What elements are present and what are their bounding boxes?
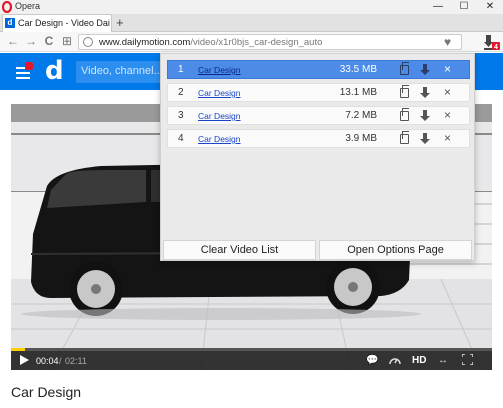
dailymotion-logo[interactable]: d <box>45 58 64 84</box>
copy-icon[interactable] <box>400 85 409 98</box>
reload-button[interactable]: C <box>42 34 56 48</box>
item-number: 3 <box>178 110 184 121</box>
remove-icon[interactable]: × <box>444 85 451 99</box>
comment-icon[interactable]: 💬 <box>366 355 378 366</box>
progress-fill <box>11 348 26 351</box>
remove-icon[interactable]: × <box>444 62 451 76</box>
video-list-item[interactable]: 2 Car Design 13.1 MB × <box>167 83 470 102</box>
remove-icon[interactable]: × <box>444 108 451 122</box>
progress-track[interactable] <box>11 348 492 351</box>
tab-car-design[interactable]: d Car Design - Video Dailymotion <box>2 14 112 32</box>
globe-icon <box>83 37 93 47</box>
item-title-link[interactable]: Car Design <box>198 88 241 98</box>
notification-badge <box>25 62 33 70</box>
video-downloader-popup: 1 Car Design 33.5 MB × 2 Car Design 13.1… <box>160 53 475 261</box>
item-number: 1 <box>178 64 184 75</box>
play-icon[interactable] <box>20 355 29 365</box>
item-size: 13.1 MB <box>339 87 377 98</box>
download-icon[interactable] <box>420 133 430 145</box>
time-current: 00:04 <box>36 356 59 366</box>
forward-button[interactable]: → <box>24 34 38 48</box>
close-window-button[interactable]: ✕ <box>477 0 503 14</box>
url-path: /video/x1r0bjs_car-design_auto <box>190 37 323 48</box>
time-total: 02:11 <box>65 356 87 366</box>
item-title-link[interactable]: Car Design <box>198 134 241 144</box>
maximize-button[interactable]: ☐ <box>451 0 477 14</box>
tab-title: Car Design - Video Dailymotion <box>18 18 110 28</box>
dailymotion-favicon-icon: d <box>5 18 15 28</box>
clear-video-list-button[interactable]: Clear Video List <box>163 240 316 260</box>
open-options-page-button[interactable]: Open Options Page <box>319 240 472 260</box>
copy-icon[interactable] <box>400 131 409 144</box>
url-field[interactable]: www.dailymotion.com/video/x1r0bjs_car-de… <box>78 34 462 50</box>
minimize-button[interactable]: — <box>425 0 451 14</box>
tab-strip: d Car Design - Video Dailymotion + <box>0 14 503 32</box>
download-icon[interactable] <box>420 110 430 122</box>
remove-icon[interactable]: × <box>444 131 451 145</box>
fullscreen-icon[interactable] <box>462 354 473 365</box>
copy-icon[interactable] <box>400 62 409 75</box>
url-domain: www.dailymotion.com <box>99 37 191 48</box>
new-tab-button[interactable]: + <box>116 15 124 30</box>
video-downloader-extension-icon[interactable]: 4 <box>484 34 500 50</box>
extension-badge: 4 <box>494 44 498 50</box>
expand-icon[interactable]: ↔ <box>438 355 448 366</box>
speed-gauge-icon[interactable] <box>389 354 401 365</box>
hd-quality-button[interactable]: HD <box>412 355 426 366</box>
download-icon[interactable] <box>420 87 430 99</box>
app-title: Opera <box>15 1 41 11</box>
address-bar-row: ← → C ⊞ www.dailymotion.com/video/x1r0bj… <box>0 32 503 52</box>
item-number: 4 <box>178 133 184 144</box>
window-title-bar: Opera — ☐ ✕ <box>0 0 503 14</box>
download-icon[interactable] <box>420 64 430 76</box>
item-number: 2 <box>178 87 184 98</box>
heart-icon[interactable]: ♥ <box>444 35 451 49</box>
back-button[interactable]: ← <box>6 34 20 48</box>
site-search-input[interactable]: Video, channel... <box>76 61 164 83</box>
video-list-item[interactable]: 1 Car Design 33.5 MB × <box>167 60 470 79</box>
item-title-link[interactable]: Car Design <box>198 111 241 121</box>
item-size: 33.5 MB <box>339 64 377 75</box>
search-placeholder: Video, channel... <box>81 65 163 77</box>
item-size: 3.9 MB <box>345 133 377 144</box>
speed-dial-button[interactable]: ⊞ <box>60 34 74 48</box>
video-title: Car Design <box>11 384 82 400</box>
video-list-item[interactable]: 3 Car Design 7.2 MB × <box>167 106 470 125</box>
item-size: 7.2 MB <box>345 110 377 121</box>
video-list-item[interactable]: 4 Car Design 3.9 MB × <box>167 129 470 148</box>
url-text: www.dailymotion.com/video/x1r0bjs_car-de… <box>99 37 322 48</box>
item-title-link[interactable]: Car Design <box>198 65 241 75</box>
opera-logo-icon <box>2 1 12 13</box>
time-separator: / <box>59 356 62 366</box>
copy-icon[interactable] <box>400 108 409 121</box>
